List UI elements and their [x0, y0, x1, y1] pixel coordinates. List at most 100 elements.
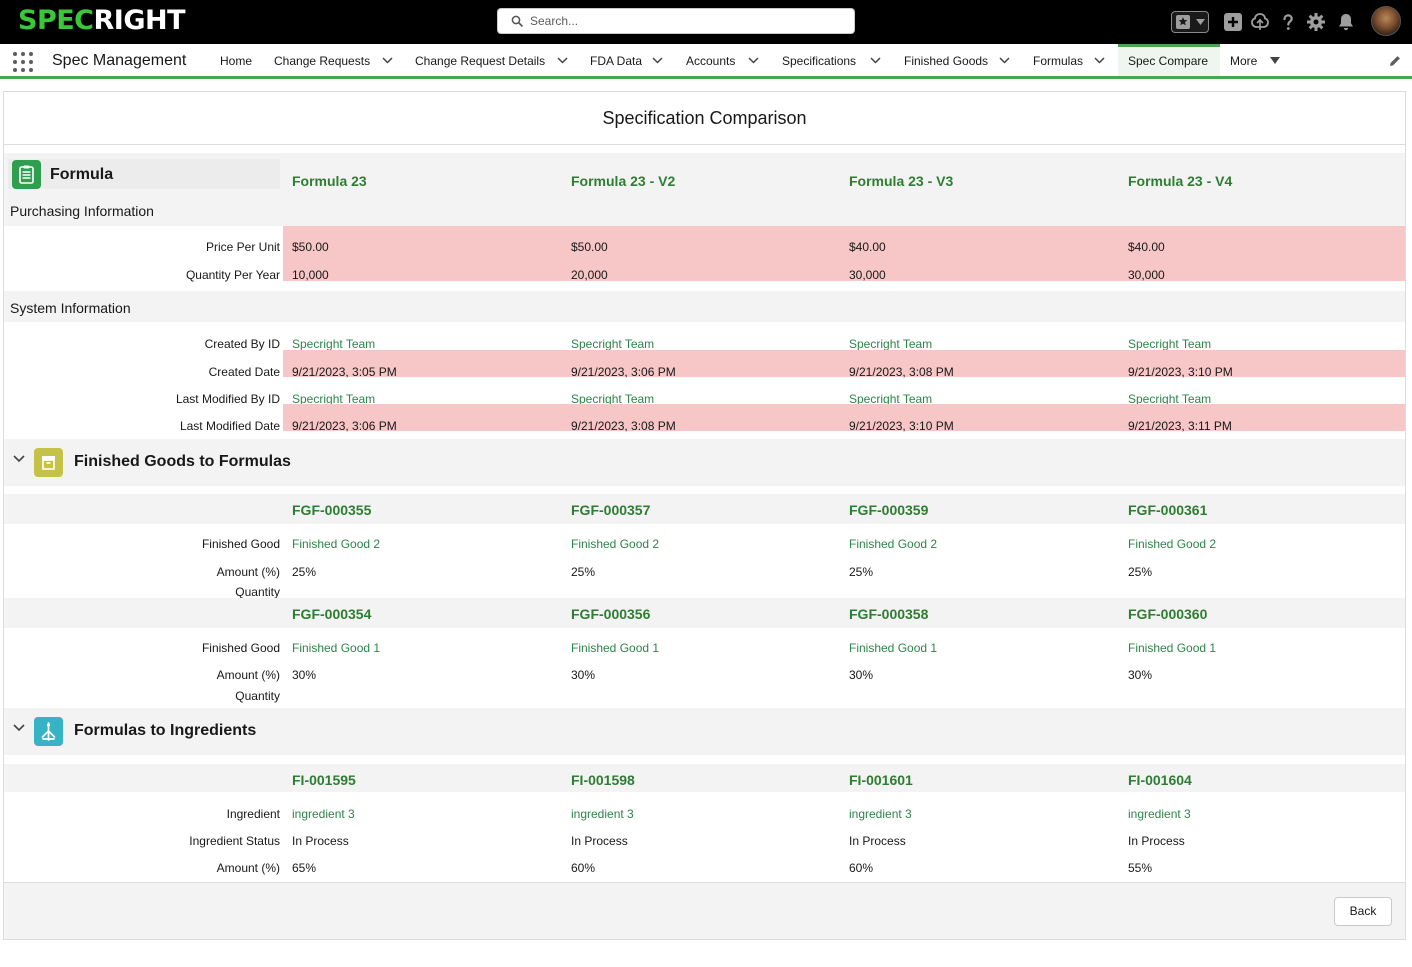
chevron-down-icon[interactable]: [13, 455, 25, 463]
row-label: Ingredient Status: [189, 834, 280, 848]
user-link[interactable]: Specright Team: [292, 337, 375, 351]
chevron-down-icon[interactable]: [870, 57, 881, 64]
cell-value: 9/21/2023, 3:08 PM: [849, 365, 954, 379]
ingredient-link[interactable]: ingredient 3: [849, 807, 912, 821]
cell-value: 65%: [292, 861, 317, 875]
ingredients-section-label: Formulas to Ingredients: [74, 722, 257, 739]
fg-record-link[interactable]: FGF-000355: [292, 502, 371, 518]
cell-value: 60%: [571, 861, 596, 875]
finished-good-link[interactable]: Finished Good 2: [849, 537, 937, 551]
row-label: Amount (%): [216, 565, 280, 579]
cell-value: 30%: [571, 668, 596, 682]
nav-item-label: Accounts: [686, 54, 736, 68]
fg-record-link[interactable]: FGF-000360: [1128, 606, 1207, 622]
row-label: Price Per Unit: [205, 240, 280, 254]
formula-label-box: [8, 159, 280, 189]
chevron-down-icon[interactable]: [1094, 57, 1105, 64]
nav-item-label: Finished Goods: [904, 54, 989, 68]
nav-item-finished-goods[interactable]: Finished Goods: [904, 44, 1016, 76]
cell-value: 30%: [292, 668, 317, 682]
nav-item-label: Specifications: [782, 54, 857, 68]
nav-item-label: Change Request Details: [415, 54, 546, 68]
row-label: Quantity: [235, 689, 280, 703]
diff-highlight: [283, 226, 1405, 281]
nav-item-accounts[interactable]: Accounts: [686, 44, 772, 76]
fg-record-link[interactable]: FGF-000358: [849, 606, 928, 622]
cell-value: $40.00: [849, 240, 886, 254]
specright-logo[interactable]: SPECRIGHT: [18, 5, 186, 37]
global-search[interactable]: [497, 8, 855, 34]
trailhead-icon[interactable]: [1249, 11, 1271, 33]
search-input[interactable]: [530, 12, 840, 30]
page-title-box: Specification Comparison: [4, 92, 1405, 145]
back-button[interactable]: Back: [1334, 897, 1392, 926]
formula-column-4[interactable]: Formula 23 - V4: [1128, 173, 1232, 189]
chevron-down-icon[interactable]: [13, 724, 25, 732]
system-info-band: [4, 291, 1405, 322]
nav-item-fda-data[interactable]: FDA Data: [590, 44, 676, 76]
formula-column-1[interactable]: Formula 23: [292, 173, 367, 189]
nav-item-change-requests[interactable]: Change Requests: [274, 44, 398, 76]
row-label: Amount (%): [216, 668, 280, 682]
app-launcher-icon[interactable]: [13, 52, 33, 72]
finished-good-link[interactable]: Finished Good 1: [571, 641, 659, 655]
fg-record-link[interactable]: FGF-000359: [849, 502, 928, 518]
row-label: Created By ID: [204, 337, 280, 351]
nav-item-formulas[interactable]: Formulas: [1033, 44, 1113, 76]
formula-column-3[interactable]: Formula 23 - V3: [849, 173, 953, 189]
finished-good-link[interactable]: Finished Good 1: [849, 641, 937, 655]
search-icon: [511, 15, 523, 27]
fg-record-link[interactable]: FGF-000361: [1128, 502, 1207, 518]
system-information-heading: System Information: [10, 300, 131, 316]
user-link[interactable]: Specright Team: [1128, 337, 1211, 351]
chevron-down-icon[interactable]: [999, 57, 1010, 64]
fi-record-link[interactable]: FI-001601: [849, 772, 913, 788]
finished-good-link[interactable]: Finished Good 1: [1128, 641, 1216, 655]
cell-value: 9/21/2023, 3:06 PM: [292, 419, 397, 433]
finished-good-link[interactable]: Finished Good 2: [1128, 537, 1216, 551]
fi-record-link[interactable]: FI-001595: [292, 772, 356, 788]
cell-value: 10,000: [292, 268, 329, 282]
chevron-down-icon[interactable]: [557, 57, 568, 64]
ingredient-link[interactable]: ingredient 3: [1128, 807, 1191, 821]
ingredient-link[interactable]: ingredient 3: [571, 807, 634, 821]
favorites-button[interactable]: [1171, 11, 1209, 33]
chevron-down-icon[interactable]: [748, 57, 759, 64]
user-link[interactable]: Specright Team: [571, 337, 654, 351]
chevron-down-icon[interactable]: [382, 57, 393, 64]
nav-item-specifications[interactable]: Specifications: [782, 44, 886, 76]
finished-good-link[interactable]: Finished Good 2: [571, 537, 659, 551]
nav-item-more[interactable]: More: [1230, 44, 1286, 76]
finished-good-link[interactable]: Finished Good 2: [292, 537, 380, 551]
cell-value: In Process: [571, 834, 628, 848]
user-link[interactable]: Specright Team: [849, 337, 932, 351]
formula-column-2[interactable]: Formula 23 - V2: [571, 173, 675, 189]
fg-record-link[interactable]: FGF-000357: [571, 502, 650, 518]
fg-record-link[interactable]: FGF-000354: [292, 606, 371, 622]
row-label: Ingredient: [226, 807, 280, 821]
fg-record-link[interactable]: FGF-000356: [571, 606, 650, 622]
caret-down-icon[interactable]: [1270, 57, 1280, 64]
setup-gear-icon[interactable]: [1305, 11, 1327, 33]
finished-goods-section-label: Finished Goods to Formulas: [74, 453, 291, 470]
favorites-star-icon: [1175, 14, 1191, 30]
help-icon[interactable]: [1277, 11, 1299, 33]
fi-record-link[interactable]: FI-001604: [1128, 772, 1192, 788]
favorites-dropdown-icon[interactable]: [1196, 19, 1205, 25]
edit-nav-pencil-icon[interactable]: [1388, 54, 1402, 68]
cell-value: 60%: [849, 861, 874, 875]
add-icon[interactable]: [1222, 11, 1244, 33]
nav-item-spec-compare[interactable]: Spec Compare: [1118, 44, 1220, 76]
user-avatar[interactable]: [1371, 6, 1401, 36]
ingredient-link[interactable]: ingredient 3: [292, 807, 355, 821]
nav-item-change-request-details[interactable]: Change Request Details: [415, 44, 575, 76]
cell-value: 25%: [292, 565, 317, 579]
chevron-down-icon[interactable]: [652, 57, 663, 64]
nav-item-home[interactable]: Home: [220, 44, 264, 76]
app-navigation-bar: Spec Management Home Change Requests Cha…: [0, 44, 1412, 79]
notifications-bell-icon[interactable]: [1335, 11, 1357, 33]
fi-record-link[interactable]: FI-001598: [571, 772, 635, 788]
nav-item-label: FDA Data: [590, 54, 643, 68]
nav-item-label: More: [1230, 54, 1258, 68]
finished-good-link[interactable]: Finished Good 1: [292, 641, 380, 655]
